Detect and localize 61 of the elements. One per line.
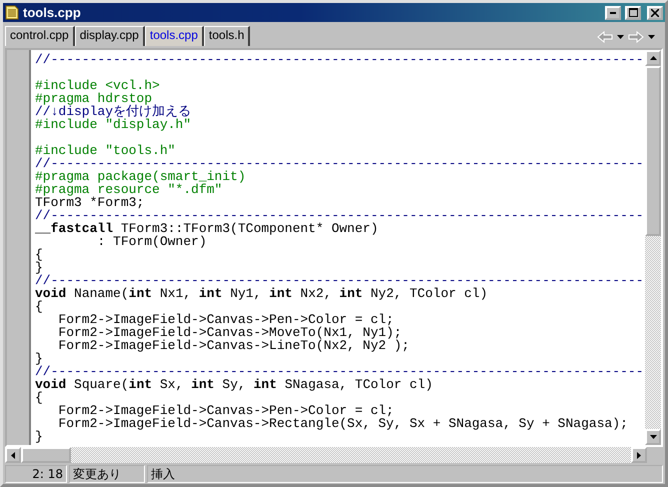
code-line: void Naname(int Nx1, int Ny1, int Nx2, int Ny2, TColor cl) — [35, 286, 488, 301]
code-editor[interactable] — [31, 50, 645, 445]
forward-arrow-icon[interactable] — [628, 31, 644, 43]
close-button[interactable] — [647, 6, 663, 20]
code-line: __fastcall TForm3::TForm3(TComponent* Owner) — [35, 221, 378, 236]
left-arrow-icon — [11, 452, 15, 458]
maximize-icon — [628, 8, 638, 17]
modified-status: 変更あり — [69, 465, 145, 483]
scroll-thumb[interactable] — [645, 66, 661, 236]
code-line: #pragma hdrstop — [35, 91, 152, 106]
code-line: { — [35, 390, 43, 405]
document-icon — [5, 5, 19, 20]
code-line: //---------------------------------------------------------------------------- — [35, 52, 644, 67]
code-line: TForm3 *Form3; — [35, 195, 144, 210]
cursor-position: 2: 18 — [5, 465, 67, 483]
code-line: #include "tools.h" — [35, 143, 176, 158]
down-arrow-icon — [650, 435, 656, 439]
scroll-up-button[interactable] — [645, 50, 661, 66]
scrollbar-corner — [647, 447, 663, 463]
code-line: //---------------------------------------------------------------------------- — [35, 273, 644, 288]
code-line: Form2->ImageField->Canvas->MoveTo(Nx1, Ny1); — [57, 325, 402, 340]
code-line: : TForm(Owner) — [96, 234, 207, 249]
window-title: tools.cpp — [23, 5, 82, 20]
code-line: } — [35, 429, 43, 444]
scroll-left-button[interactable] — [5, 447, 21, 463]
minimize-icon — [610, 12, 616, 14]
code-line: Form2->ImageField->Canvas->Pen->Color = cl; — [57, 312, 394, 327]
code-line: #include <vcl.h> — [35, 78, 160, 93]
vertical-scrollbar[interactable] — [645, 50, 661, 445]
code-line: //---------------------------------------------------------------------------- — [35, 364, 644, 379]
file-tab[interactable]: display.cpp — [74, 26, 145, 46]
horizontal-scrollbar[interactable] — [5, 447, 663, 463]
dropdown-caret-icon — [648, 35, 655, 39]
close-icon — [651, 8, 659, 16]
code-line: #include "display.h" — [35, 117, 192, 132]
code-line: //---------------------------------------------------------------------------- — [35, 208, 644, 223]
dropdown-caret-icon — [617, 35, 624, 39]
right-arrow-icon — [637, 452, 641, 458]
file-tab[interactable]: tools.h — [204, 26, 250, 46]
minimize-button[interactable] — [605, 6, 621, 20]
code-line: Form2->ImageField->Canvas->LineTo(Nx2, Ny2 ); — [57, 338, 410, 353]
maximize-button[interactable] — [625, 6, 641, 20]
file-tab[interactable]: tools.cpp — [144, 26, 204, 46]
code-line: //↓displayを付け加える — [35, 104, 192, 119]
code-line: #pragma package(smart_init) — [35, 169, 246, 184]
scroll-thumb[interactable] — [21, 447, 71, 463]
code-line: } — [35, 260, 43, 275]
code-line: //---------------------------------------------------------------------------- — [35, 156, 644, 171]
code-line: { — [35, 247, 43, 262]
code-line: #pragma resource "*.dfm" — [35, 182, 222, 197]
insert-mode-status: 挿入 — [147, 465, 663, 483]
up-arrow-icon — [650, 56, 656, 60]
file-tab[interactable]: control.cpp — [5, 26, 75, 46]
code-line: { — [35, 299, 43, 314]
back-arrow-icon[interactable] — [597, 31, 613, 43]
scroll-right-button[interactable] — [631, 447, 647, 463]
code-line: Form2->ImageField->Canvas->Rectangle(Sx, Sy, Sx + SNagasa, Sy + SNagasa); — [57, 416, 628, 431]
code-line: void Square(int Sx, int Sy, int SNagasa, TColor cl) — [35, 377, 433, 392]
code-line: } — [35, 351, 43, 366]
code-line: Form2->ImageField->Canvas->Pen->Color = cl; — [57, 403, 394, 418]
scroll-down-button[interactable] — [645, 429, 661, 445]
